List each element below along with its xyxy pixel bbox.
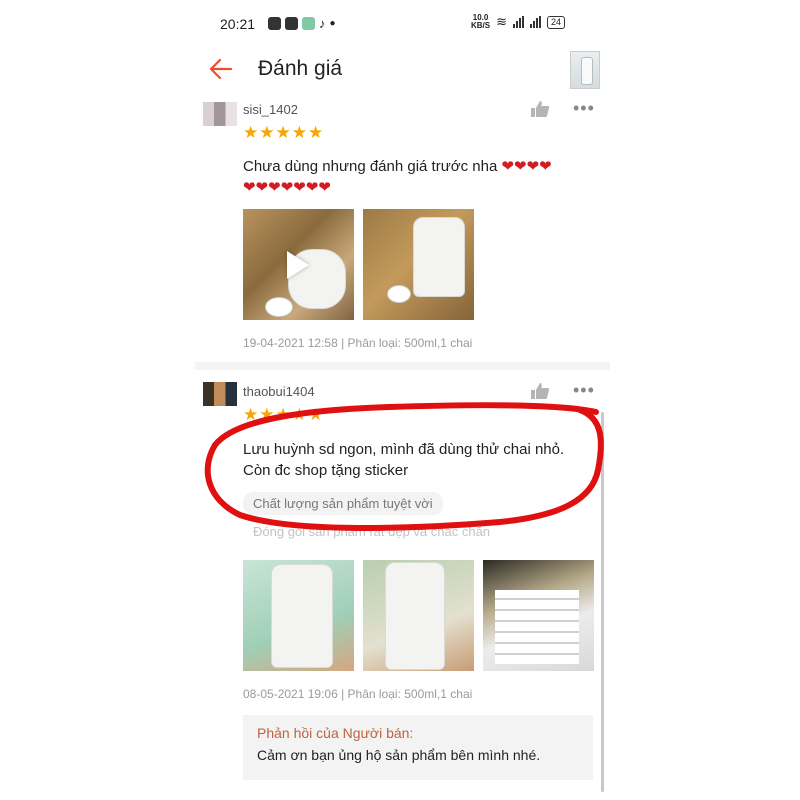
review-media-row bbox=[243, 560, 594, 671]
app-icon bbox=[285, 17, 298, 30]
review-tag: Đóng gói sản phẩm rất đẹp và chắc chắn bbox=[253, 524, 491, 539]
review-username: sisi_1402 bbox=[243, 102, 298, 117]
zalo-icon bbox=[268, 17, 281, 30]
status-bar: 20:21 ♪ ● 10.0 KB/S ≋ 24 bbox=[195, 10, 610, 38]
tiktok-icon: ♪ bbox=[319, 16, 326, 31]
bottle-shape bbox=[413, 217, 465, 297]
status-app-icons: ♪ ● bbox=[268, 16, 336, 31]
seller-reply-title: Phản hồi của Người bán: bbox=[257, 725, 414, 741]
review-meta: 08-05-2021 19:06 | Phân loại: 500ml,1 ch… bbox=[243, 687, 473, 701]
star-rating: ★★★★★ bbox=[243, 123, 325, 142]
thumbs-up-icon[interactable] bbox=[530, 382, 550, 400]
review-comment: Lưu huỳnh sd ngon, mình đã dùng thử chai… bbox=[243, 439, 598, 481]
review-video[interactable] bbox=[243, 209, 354, 320]
review-photo[interactable] bbox=[363, 560, 474, 671]
dot-icon: ● bbox=[329, 18, 336, 29]
review-meta: 19-04-2021 12:58 | Phân loại: 500ml,1 ch… bbox=[243, 336, 473, 350]
more-options-icon[interactable]: ••• bbox=[573, 99, 595, 118]
signal-icon bbox=[513, 16, 525, 28]
seller-reply-text: Cảm ơn bạn ủng hộ sản phẩm bên mình nhé. bbox=[257, 747, 541, 763]
bottle-shape bbox=[271, 564, 333, 668]
star-rating: ★★★★★ bbox=[243, 405, 325, 424]
heart-emojis: ❤❤❤❤ bbox=[501, 158, 552, 175]
status-right-group: 10.0 KB/S ≋ 24 bbox=[471, 14, 566, 30]
comment-line-2: Còn đc shop tặng sticker bbox=[243, 462, 409, 479]
app-icon-green bbox=[302, 17, 315, 30]
wifi-icon: ≋ bbox=[496, 14, 508, 29]
review-media-row bbox=[243, 209, 474, 320]
cap-shape bbox=[265, 297, 293, 317]
comment-text: Chưa dùng nhưng đánh giá trước nha bbox=[243, 158, 498, 175]
comment-line-1: Lưu huỳnh sd ngon, mình đã dùng thử chai… bbox=[243, 441, 565, 458]
heart-emojis-line2: ❤❤❤❤❤❤❤ bbox=[243, 179, 331, 196]
review-photo[interactable] bbox=[483, 560, 594, 671]
review-tag: Chất lượng sản phẩm tuyệt vời bbox=[243, 492, 443, 515]
cap-shape bbox=[387, 285, 411, 303]
sticker-sheet bbox=[495, 590, 579, 664]
review-comment: Chưa dùng nhưng đánh giá trước nha ❤❤❤❤ … bbox=[243, 156, 598, 198]
network-speed: 10.0 KB/S bbox=[471, 14, 490, 30]
header: Đánh giá bbox=[195, 45, 610, 91]
avatar bbox=[203, 382, 237, 406]
more-options-icon[interactable]: ••• bbox=[573, 381, 595, 400]
signal-icon-2 bbox=[530, 16, 542, 28]
avatar bbox=[203, 102, 237, 126]
status-time: 20:21 bbox=[220, 16, 256, 32]
network-speed-unit: KB/S bbox=[471, 21, 491, 30]
bottle-shape bbox=[385, 562, 445, 670]
seller-reply: Phản hồi của Người bán: Cảm ơn bạn ủng h… bbox=[243, 715, 593, 780]
play-icon[interactable] bbox=[287, 251, 309, 279]
thumbs-up-icon[interactable] bbox=[530, 100, 550, 118]
phone-screen: 20:21 ♪ ● 10.0 KB/S ≋ 24 Đánh giá sisi_1… bbox=[195, 0, 610, 800]
review-divider bbox=[195, 362, 610, 370]
arrow-left-icon[interactable] bbox=[205, 53, 237, 85]
review-photo[interactable] bbox=[363, 209, 474, 320]
page-title: Đánh giá bbox=[258, 57, 343, 80]
review-photo[interactable] bbox=[243, 560, 354, 671]
battery-icon: 24 bbox=[547, 15, 566, 29]
product-thumbnail[interactable] bbox=[570, 51, 600, 89]
review-username: thaobui1404 bbox=[243, 384, 315, 399]
scrollbar[interactable] bbox=[601, 412, 604, 792]
